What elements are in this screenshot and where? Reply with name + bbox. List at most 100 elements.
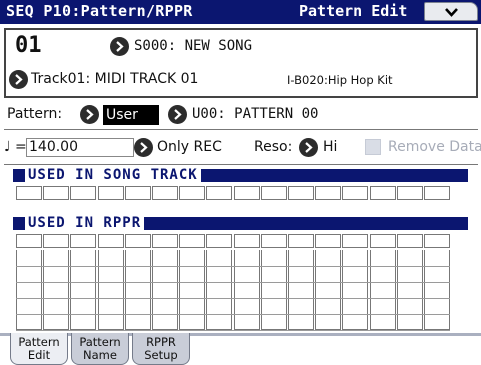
rppr-section-title: USED IN RPPR [25, 216, 145, 231]
rppr-column[interactable] [70, 250, 97, 330]
reso-label: Reso: [254, 139, 293, 155]
tempo-field[interactable]: 140.00 [26, 138, 134, 157]
tempo-value: 140.00 [29, 139, 78, 155]
pattern-label: Pattern: [7, 106, 63, 122]
song-track-cell[interactable] [424, 186, 450, 200]
song-track-cell[interactable] [179, 186, 206, 200]
chevron-right-icon [174, 109, 182, 120]
rppr-column[interactable] [369, 250, 396, 330]
page-menu-button[interactable] [424, 2, 478, 21]
tab-label-line2: Name [83, 347, 117, 362]
song-track-cell[interactable] [369, 186, 396, 200]
pattern-select-button[interactable] [168, 105, 187, 124]
tab-rppr-setup[interactable]: RPPR Setup [132, 333, 190, 365]
song-track-cell[interactable] [124, 186, 151, 200]
rppr-row-divider [16, 314, 450, 315]
rppr-cell[interactable] [369, 234, 396, 248]
rppr-cell[interactable] [233, 234, 260, 248]
rppr-cell[interactable] [97, 234, 124, 248]
chevron-right-icon [116, 41, 124, 52]
tab-pattern-name[interactable]: Pattern Name [71, 333, 129, 365]
rppr-cell[interactable] [43, 234, 70, 248]
rppr-column[interactable] [315, 250, 342, 330]
tab-pattern-edit[interactable]: Pattern Edit [10, 333, 68, 365]
rppr-column[interactable] [43, 250, 70, 330]
tab-label-line1: RPPR [146, 335, 176, 349]
tab-label-line1: Pattern [18, 335, 60, 349]
song-track-cell[interactable] [206, 186, 233, 200]
song-track-cell[interactable] [16, 186, 42, 200]
record-mode-select-button[interactable] [134, 138, 153, 157]
song-track-cell[interactable] [70, 186, 97, 200]
song-select-button[interactable] [110, 37, 129, 56]
song-track-cell[interactable] [233, 186, 260, 200]
song-track-cell[interactable] [152, 186, 178, 200]
rppr-cell[interactable] [342, 234, 369, 248]
title-bar: SEQ P10:Pattern/RPPR Pattern Edit [0, 0, 481, 24]
rppr-column[interactable] [260, 250, 287, 330]
reso-value: Hi [323, 139, 338, 155]
rppr-cell[interactable] [260, 234, 287, 248]
song-track-cell[interactable] [288, 186, 314, 200]
tab-label-line1: Pattern [79, 335, 121, 349]
song-header: 01 S000: NEW SONG Track01: MIDI TRACK 01… [4, 28, 478, 98]
song-track-cell[interactable] [342, 186, 369, 200]
remove-data-label: Remove Data [388, 139, 481, 155]
rppr-cell[interactable] [206, 234, 233, 248]
tab-label-line2: Edit [27, 347, 51, 362]
rppr-column[interactable] [152, 250, 178, 330]
rppr-cell[interactable] [424, 234, 450, 248]
track-program: I-B020:Hip Hop Kit [287, 73, 393, 87]
page-name: Pattern Edit [299, 2, 408, 20]
rppr-row-divider [16, 330, 450, 331]
tempo-row: ♩ = 140.00 Only REC Reso: Hi Remove Data [4, 131, 481, 165]
rppr-column[interactable] [288, 250, 314, 330]
rppr-cell[interactable] [16, 234, 42, 248]
pattern-name: U00: PATTERN 00 [192, 106, 319, 122]
song-track-cell[interactable] [315, 186, 342, 200]
rppr-column[interactable] [424, 250, 450, 330]
track-name: Track01: MIDI TRACK 01 [31, 71, 199, 87]
rppr-column[interactable] [233, 250, 260, 330]
track-select-button[interactable] [9, 70, 28, 89]
rppr-column[interactable] [206, 250, 233, 330]
rppr-column[interactable] [396, 250, 423, 330]
reso-select-button[interactable] [299, 138, 318, 157]
song-track-cell[interactable] [260, 186, 287, 200]
song-track-cell[interactable] [97, 186, 124, 200]
tab-label-line2: Setup [144, 347, 178, 362]
screen: SEQ P10:Pattern/RPPR Pattern Edit 01 S00… [0, 0, 481, 365]
rppr-column[interactable] [124, 250, 151, 330]
chevron-right-icon [15, 74, 23, 85]
page-title: SEQ P10:Pattern/RPPR [6, 2, 193, 20]
rppr-cell[interactable] [70, 234, 97, 248]
rppr-column[interactable] [342, 250, 369, 330]
rppr-column[interactable] [179, 250, 206, 330]
song-number: 01 [15, 33, 42, 58]
rppr-cell[interactable] [288, 234, 314, 248]
chevron-right-icon [86, 109, 94, 120]
rppr-column[interactable] [97, 250, 124, 330]
rppr-cell[interactable] [124, 234, 151, 248]
rppr-cell[interactable] [315, 234, 342, 248]
song-track-cell[interactable] [396, 186, 423, 200]
rppr-cell[interactable] [152, 234, 178, 248]
chevron-right-icon [140, 142, 148, 153]
rppr-cell[interactable] [179, 234, 206, 248]
song-track-grid [16, 186, 450, 204]
rppr-column[interactable] [16, 250, 42, 330]
tab-bar: Pattern Edit Pattern Name RPPR Setup [0, 333, 481, 365]
pattern-bank-select-button[interactable] [80, 105, 99, 124]
song-track-cell[interactable] [43, 186, 70, 200]
remove-data-checkbox[interactable] [365, 139, 381, 155]
chevron-down-icon [445, 8, 458, 17]
rppr-cell[interactable] [396, 234, 423, 248]
tempo-label: ♩ = [4, 139, 27, 155]
chevron-right-icon [305, 142, 313, 153]
pattern-bank-field[interactable]: User [103, 105, 159, 125]
rppr-row-divider [16, 266, 450, 267]
song-track-section-title: USED IN SONG TRACK [25, 168, 201, 183]
song-name: S000: NEW SONG [134, 38, 253, 54]
pattern-row: Pattern: User U00: PATTERN 00 [4, 100, 478, 130]
record-mode-value: Only REC [157, 139, 222, 155]
